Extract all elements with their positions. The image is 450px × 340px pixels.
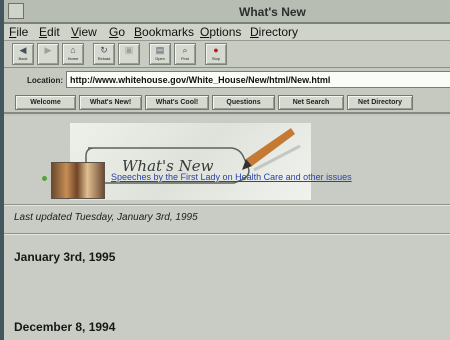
menu-view[interactable]: View bbox=[71, 25, 97, 39]
menu-go[interactable]: Go bbox=[109, 25, 125, 39]
page-content: What's New Last updated Tuesday, January… bbox=[4, 116, 450, 340]
images-button[interactable]: ▣ bbox=[118, 43, 140, 65]
welcome-button[interactable]: Welcome bbox=[15, 95, 76, 110]
reload-button[interactable]: ↻ Reload bbox=[93, 43, 115, 65]
whats-new-button[interactable]: What's New! bbox=[79, 95, 142, 110]
menu-bookmarks[interactable]: Bookmarks bbox=[134, 25, 194, 39]
title-bar[interactable]: What's New bbox=[4, 0, 450, 24]
menu-directory[interactable]: Directory bbox=[250, 25, 298, 39]
whats-cool-button[interactable]: What's Cool! bbox=[145, 95, 209, 110]
menu-options[interactable]: Options bbox=[200, 25, 241, 39]
forward-button[interactable]: ▶ bbox=[37, 43, 59, 65]
net-search-button[interactable]: Net Search bbox=[278, 95, 344, 110]
browser-window: What's New File Edit View Go Bookmarks O… bbox=[0, 0, 450, 340]
system-menu-icon[interactable] bbox=[8, 3, 24, 19]
speech-thumbnail[interactable] bbox=[51, 162, 105, 199]
questions-button[interactable]: Questions bbox=[212, 95, 275, 110]
forward-arrow-icon: ▶ bbox=[44, 45, 52, 55]
section-date-january: January 3rd, 1995 bbox=[14, 250, 116, 264]
images-icon: ▣ bbox=[124, 45, 134, 55]
last-updated-text: Last updated Tuesday, January 3rd, 1995 bbox=[14, 212, 198, 223]
speeches-link[interactable]: Speeches by the First Lady on Health Car… bbox=[111, 172, 352, 182]
content-divider bbox=[4, 204, 450, 206]
menu-file[interactable]: File bbox=[9, 25, 28, 39]
section-date-december: December 8, 1994 bbox=[14, 320, 116, 334]
whats-new-banner: What's New bbox=[70, 123, 311, 200]
menu-edit[interactable]: Edit bbox=[39, 25, 60, 39]
location-row: Location: http://www.whitehouse.gov/Whit… bbox=[4, 68, 450, 93]
back-button[interactable]: ◀ Back bbox=[12, 43, 34, 65]
toolbar: ◀ Back ▶ ⌂ Home ↻ Reload ▣ ▤ Open ⌕ Find ● Sto… bbox=[4, 41, 450, 68]
stop-button[interactable]: ● Stop bbox=[205, 43, 227, 65]
directory-button-bar: Welcome What's New! What's Cool! Questio… bbox=[4, 93, 450, 114]
net-directory-button[interactable]: Net Directory bbox=[347, 95, 413, 110]
find-button[interactable]: ⌕ Find bbox=[174, 43, 196, 65]
home-button[interactable]: ⌂ Home bbox=[62, 43, 84, 65]
location-input[interactable]: http://www.whitehouse.gov/White_House/Ne… bbox=[66, 71, 450, 88]
menu-bar: File Edit View Go Bookmarks Options Dire… bbox=[4, 24, 450, 41]
window-title: What's New bbox=[239, 5, 306, 19]
content-divider bbox=[4, 233, 450, 235]
location-label: Location: bbox=[27, 76, 63, 85]
bullet-icon bbox=[42, 176, 47, 181]
open-button[interactable]: ▤ Open bbox=[149, 43, 171, 65]
